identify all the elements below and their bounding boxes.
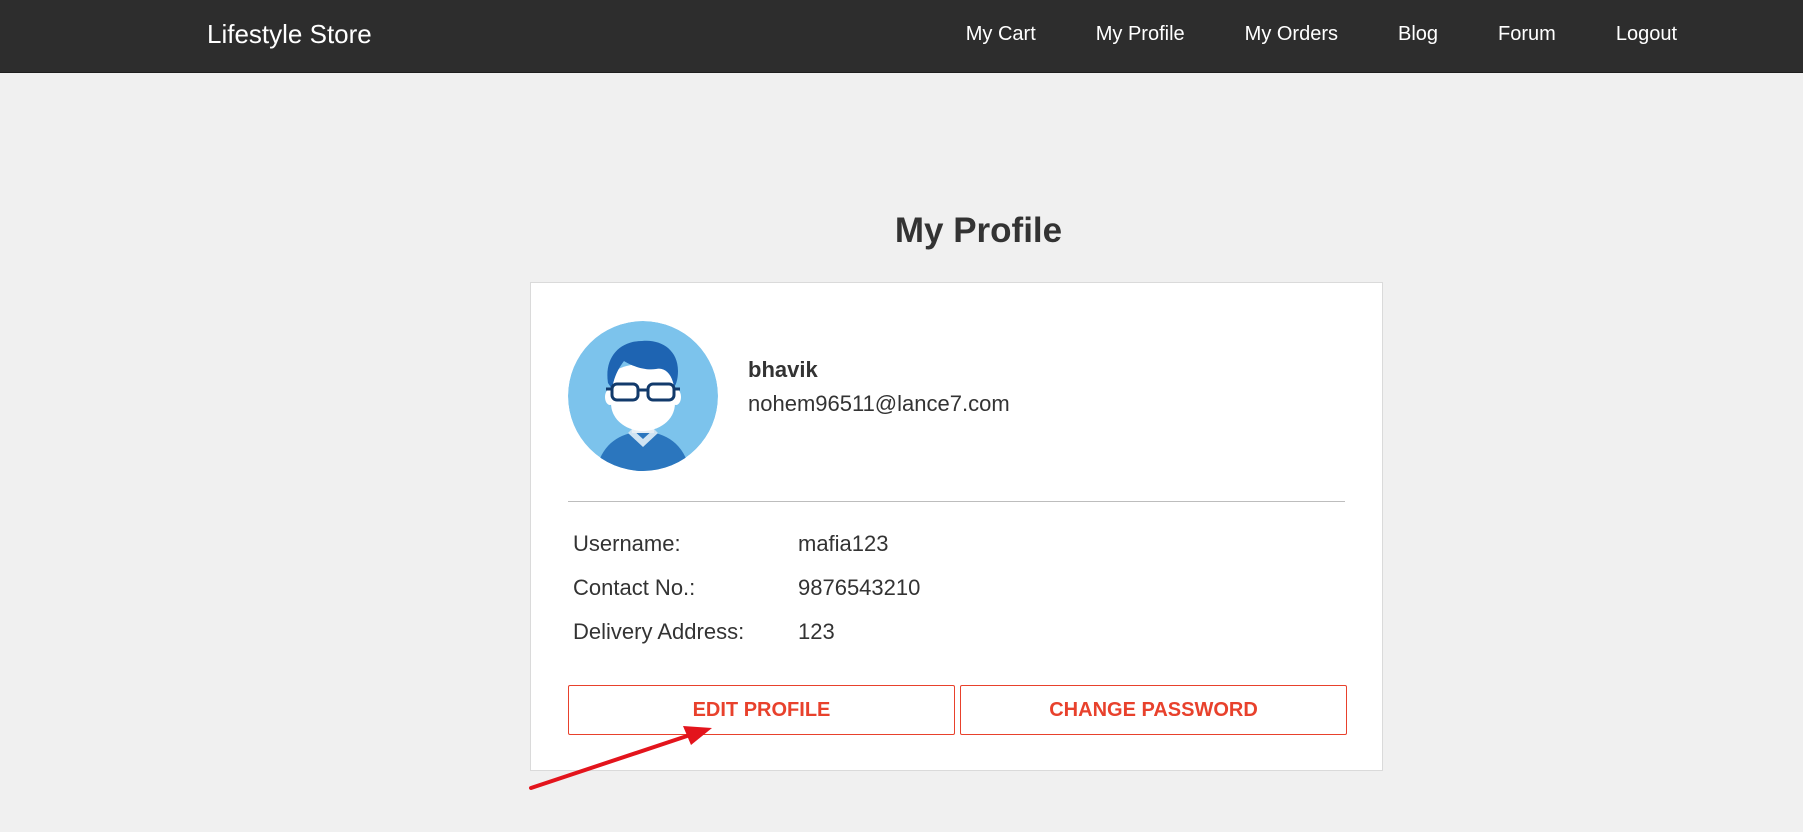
edit-profile-button[interactable]: EDIT PROFILE — [568, 685, 955, 735]
nav-link-my-cart[interactable]: My Cart — [966, 23, 1036, 46]
detail-label: Contact No.: — [573, 575, 696, 600]
change-password-button[interactable]: CHANGE PASSWORD — [960, 685, 1347, 735]
user-avatar-icon — [568, 321, 718, 471]
profile-card: bhavik nohem96511@lance7.com Username: m… — [530, 282, 1383, 771]
page-title: My Profile — [894, 211, 1063, 250]
detail-value: 123 — [798, 619, 835, 644]
nav-links: My Cart My Profile My Orders Blog Forum … — [906, 23, 1677, 46]
nav-link-logout[interactable]: Logout — [1616, 23, 1677, 46]
user-email: nohem96511@lance7.com — [748, 391, 1010, 416]
nav-link-forum[interactable]: Forum — [1498, 23, 1556, 46]
detail-value: 9876543210 — [798, 575, 921, 600]
brand-link[interactable]: Lifestyle Store — [207, 19, 372, 50]
detail-label: Username: — [573, 531, 681, 556]
detail-label: Delivery Address: — [573, 619, 745, 644]
nav-link-my-orders[interactable]: My Orders — [1245, 23, 1338, 46]
detail-value: mafia123 — [798, 531, 889, 556]
nav-link-blog[interactable]: Blog — [1398, 23, 1438, 46]
navbar: Lifestyle Store My Cart My Profile My Or… — [0, 0, 1803, 73]
user-name: bhavik — [748, 357, 818, 382]
nav-link-my-profile[interactable]: My Profile — [1096, 23, 1185, 46]
profile-divider — [568, 501, 1345, 502]
